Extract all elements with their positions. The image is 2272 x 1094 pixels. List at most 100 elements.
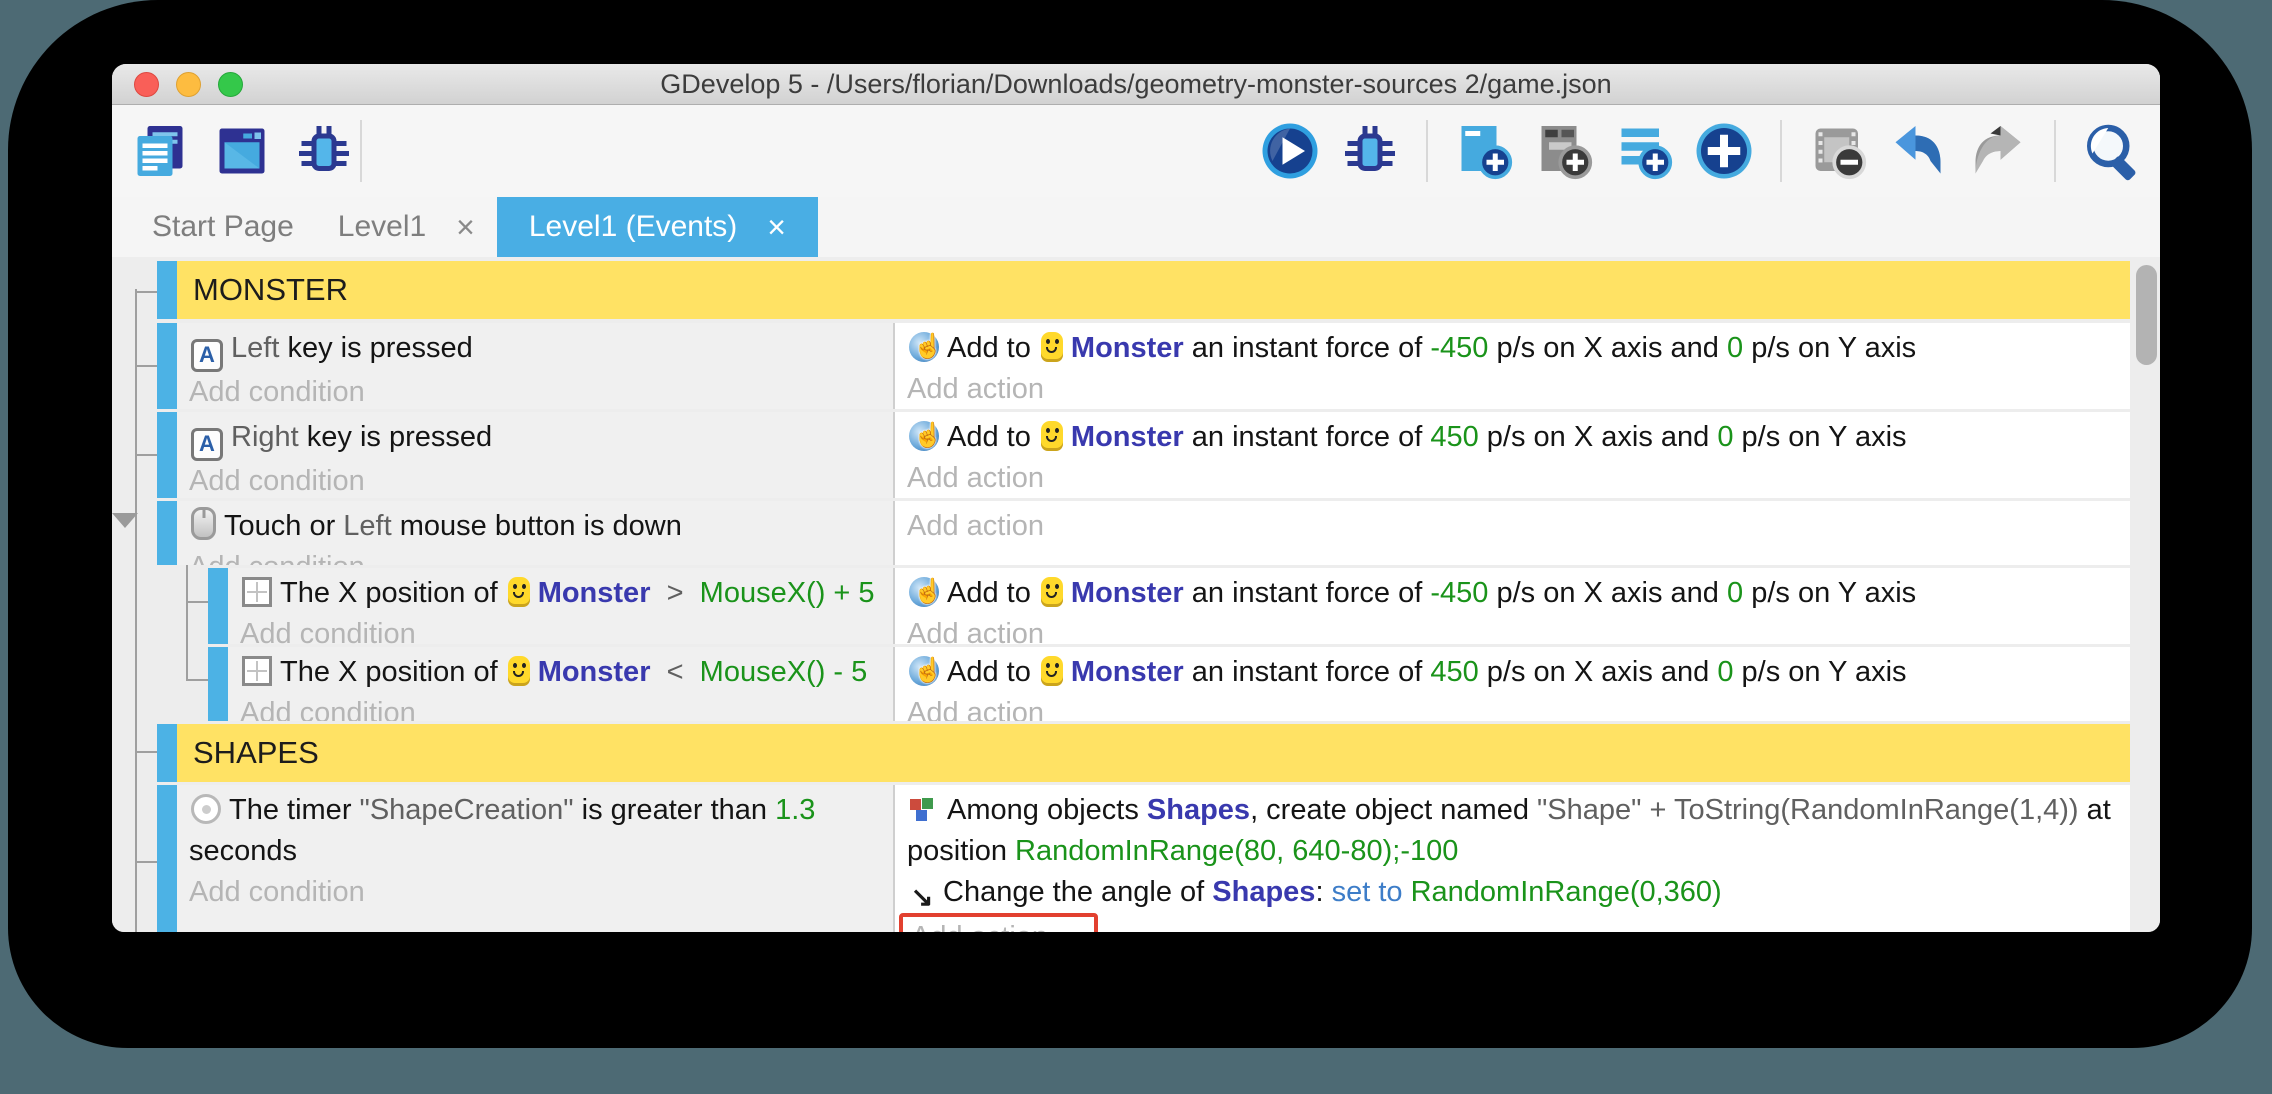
toggle-disabled-icon[interactable] [1808, 121, 1868, 181]
condition-text[interactable]: The X position of Monster > MouseX() + 5 [240, 573, 879, 614]
actions-cell[interactable]: Add to Monster an instant force of -450 … [893, 323, 2130, 409]
screen: GDevelop 5 - /Users/florian/Downloads/ge… [0, 0, 2272, 1094]
action-text[interactable]: Change the angle of Shapes: set to Rando… [907, 872, 2116, 913]
event-color-bar [208, 647, 228, 721]
tab-label: Level1 [338, 210, 426, 244]
zoom-button[interactable] [218, 72, 243, 97]
add-condition-button[interactable]: Add condition [189, 372, 879, 409]
condition-text[interactable]: The timer "ShapeCreation" is greater tha… [189, 790, 879, 872]
keyboard-icon [191, 339, 223, 372]
tab-start-page[interactable]: Start Page [130, 197, 316, 257]
titlebar: GDevelop 5 - /Users/florian/Downloads/ge… [112, 64, 2160, 105]
toolbar-divider [360, 120, 362, 182]
subevent-row: The X position of Monster > MouseX() + 5… [208, 568, 2130, 644]
add-comment-icon[interactable] [1614, 121, 1674, 181]
event-row: Right key is pressed Add condition Add t… [157, 412, 2130, 498]
add-condition-button[interactable]: Add condition [189, 872, 879, 913]
group-row-monster[interactable]: MONSTER [157, 261, 2130, 319]
toolbar-divider [1426, 120, 1428, 182]
add-action-button[interactable]: Add action [907, 614, 2116, 644]
scrollbar-thumb[interactable] [2136, 265, 2157, 365]
add-event-icon[interactable] [1454, 121, 1514, 181]
add-condition-button[interactable]: Add condition [240, 693, 879, 721]
debugger-icon[interactable] [294, 121, 354, 181]
close-button[interactable] [134, 72, 159, 97]
mouse-icon [191, 507, 216, 540]
group-header[interactable]: SHAPES [177, 724, 2130, 782]
keyboard-icon [191, 428, 223, 461]
add-more-event-icon[interactable] [1694, 121, 1754, 181]
force-icon [909, 421, 939, 451]
add-action-button[interactable]: Add action [907, 458, 2116, 498]
conditions-cell[interactable]: The timer "ShapeCreation" is greater tha… [177, 785, 893, 932]
undo-icon[interactable] [1888, 121, 1948, 181]
add-action-button[interactable]: Add action [907, 369, 2116, 409]
add-action-button[interactable]: Add action [907, 506, 2116, 547]
tab-close-icon[interactable]: × [456, 209, 475, 246]
gdevelop-window: GDevelop 5 - /Users/florian/Downloads/ge… [112, 64, 2160, 932]
events-sheet: MONSTER Left key is pressed Add conditio… [112, 257, 2160, 932]
conditions-cell[interactable]: Touch or Left mouse button is down Add c… [177, 501, 893, 565]
condition-text[interactable]: The X position of Monster < MouseX() - 5 [240, 652, 879, 693]
add-condition-button[interactable]: Add condition [189, 461, 879, 498]
tabbar: Start Page Level1 × Level1 (Events) × [112, 197, 2160, 257]
actions-cell[interactable]: Add to Monster an instant force of 450 p… [893, 412, 2130, 498]
toolbar-right-group [1260, 120, 2142, 182]
action-text[interactable]: Add to Monster an instant force of 450 p… [907, 652, 2116, 693]
conditions-cell[interactable]: The X position of Monster < MouseX() - 5… [228, 647, 893, 721]
add-condition-button[interactable]: Add condition [240, 614, 879, 644]
redo-icon[interactable] [1968, 121, 2028, 181]
action-text[interactable]: Among objects Shapes, create object name… [907, 790, 2116, 872]
tree-connector [135, 751, 157, 753]
conditions-cell[interactable]: Left key is pressed Add condition [177, 323, 893, 409]
subtree-connector [186, 679, 208, 681]
scene-editor-icon[interactable] [212, 121, 272, 181]
traffic-lights [134, 64, 243, 104]
event-row: Touch or Left mouse button is down Add c… [157, 501, 2130, 565]
window-title: GDevelop 5 - /Users/florian/Downloads/ge… [112, 69, 2160, 100]
minimize-button[interactable] [176, 72, 201, 97]
tree-connector [135, 365, 157, 367]
condition-text[interactable]: Left key is pressed [189, 328, 879, 372]
project-manager-icon[interactable] [130, 121, 190, 181]
conditions-cell[interactable]: Right key is pressed Add condition [177, 412, 893, 498]
toolbar [112, 105, 2160, 197]
conditions-cell[interactable]: The X position of Monster > MouseX() + 5… [228, 568, 893, 644]
event-color-bar [157, 261, 177, 319]
debug-icon[interactable] [1340, 121, 1400, 181]
actions-cell[interactable]: Among objects Shapes, create object name… [893, 785, 2130, 932]
monster-icon [1041, 656, 1063, 686]
toolbar-left-group [130, 121, 354, 181]
angle-icon [909, 877, 935, 905]
actions-cell[interactable]: Add to Monster an instant force of 450 p… [893, 647, 2130, 721]
actions-cell[interactable]: Add to Monster an instant force of -450 … [893, 568, 2130, 644]
action-text[interactable]: Add to Monster an instant force of -450 … [907, 328, 2116, 369]
monster-icon [1041, 421, 1063, 451]
add-action-button[interactable]: Add action [907, 693, 2116, 721]
event-color-bar [157, 412, 177, 498]
expand-toggle-icon[interactable] [112, 513, 138, 528]
group-row-shapes[interactable]: SHAPES [157, 724, 2130, 782]
tree-connector [135, 861, 157, 863]
action-text[interactable]: Add to Monster an instant force of 450 p… [907, 417, 2116, 458]
tab-close-icon[interactable]: × [767, 209, 786, 246]
condition-text[interactable]: Right key is pressed [189, 417, 879, 461]
event-row: Left key is pressed Add condition Add to… [157, 323, 2130, 409]
monster-icon [508, 656, 530, 686]
condition-text[interactable]: Touch or Left mouse button is down [189, 506, 879, 547]
tab-level1[interactable]: Level1 × [316, 197, 497, 257]
play-icon[interactable] [1260, 121, 1320, 181]
force-icon [909, 656, 939, 686]
tree-connector [135, 454, 157, 456]
toolbar-divider [1780, 120, 1782, 182]
add-action-button-highlighted[interactable]: Add action [899, 913, 1098, 932]
create-icon [909, 796, 939, 824]
add-subevent-icon[interactable] [1534, 121, 1594, 181]
group-header[interactable]: MONSTER [177, 261, 2130, 319]
add-condition-button[interactable]: Add condition [189, 547, 879, 565]
search-icon[interactable] [2082, 121, 2142, 181]
tab-level1-events[interactable]: Level1 (Events) × [497, 197, 818, 257]
xpos-icon [242, 656, 272, 686]
action-text[interactable]: Add to Monster an instant force of -450 … [907, 573, 2116, 614]
actions-cell[interactable]: Add action [893, 501, 2130, 565]
